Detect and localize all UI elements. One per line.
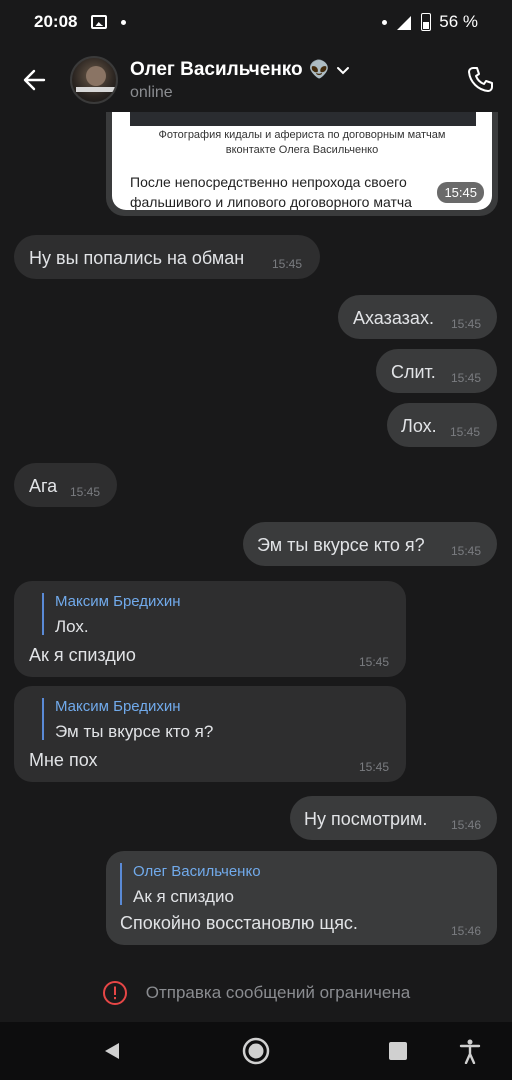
message-text: Слит. — [391, 362, 436, 382]
message-bubble-outgoing[interactable]: Ну посмотрим. 15:46 — [290, 796, 497, 840]
message-time: 15:46 — [451, 818, 482, 832]
message-text: Ага — [29, 476, 58, 496]
system-navigation-bar — [0, 1022, 512, 1080]
square-recents-icon — [389, 1042, 407, 1060]
reply-author: Максим Бредихин — [55, 593, 181, 610]
accessibility-icon — [459, 1039, 481, 1064]
reply-author: Максим Бредихин — [55, 698, 181, 715]
message-bubble-outgoing[interactable]: Ахазазах. 15:45 — [338, 295, 497, 339]
phone-call-button[interactable] — [464, 64, 496, 96]
message-time: 15:45 — [359, 760, 390, 774]
warning-icon — [102, 981, 127, 1005]
contact-info[interactable]: Олег Васильченко 👽 online — [130, 59, 350, 102]
message-bubble-outgoing[interactable]: Эм ты вкурсе кто я? 15:45 — [243, 522, 497, 566]
reply-message-bubble-incoming[interactable]: Максим Бредихин Лох. Ак я спиздио 15:45 — [14, 581, 406, 677]
message-time: 15:45 — [451, 317, 482, 331]
reply-author: Олег Васильченко — [133, 863, 261, 880]
message-text: Лох. — [401, 416, 437, 436]
quoted-reply[interactable]: Максим Бредихин Лох. — [42, 593, 181, 636]
image-caption-line: Фотография кидалы и афериста по договорн… — [158, 129, 446, 141]
image-caption-line: вконтакте Олега Васильченко — [225, 144, 379, 156]
battery-icon — [421, 13, 432, 31]
triangle-back-icon — [105, 1043, 119, 1059]
gallery-notification-icon — [91, 15, 108, 29]
circle-home-icon — [242, 1037, 270, 1065]
message-time: 15:46 — [451, 924, 482, 938]
status-bar: 20:08 56 % — [0, 0, 512, 44]
arrow-left-icon — [23, 69, 46, 91]
reply-text: Ак я спиздио — [133, 887, 234, 906]
chat-header: Олег Васильченко 👽 online — [0, 44, 512, 116]
message-time: 15:45 — [451, 371, 482, 385]
message-bubble-incoming[interactable]: Ага 15:45 — [14, 463, 117, 507]
battery-percent: 56 % — [439, 12, 478, 31]
message-text: Ну вы попались на обман — [29, 248, 245, 268]
reply-message-bubble-incoming[interactable]: Максим Бредихин Эм ты вкурсе кто я? Мне … — [14, 686, 406, 782]
notification-dot-icon — [121, 19, 127, 25]
back-button[interactable] — [0, 44, 70, 116]
signal-icon — [397, 16, 412, 30]
reply-text: Эм ты вкурсе кто я? — [55, 722, 214, 741]
quoted-reply[interactable]: Максим Бредихин Эм ты вкурсе кто я? — [42, 698, 214, 741]
nav-home-button[interactable] — [240, 1035, 272, 1067]
image-preview[interactable]: Фотография кидалы и афериста по договорн… — [112, 112, 492, 210]
message-time: 15:45 — [359, 655, 390, 669]
image-caption: Фотография кидалы и афериста по договорн… — [112, 128, 492, 158]
message-time: 15:45 — [70, 485, 101, 499]
contact-status: online — [130, 83, 173, 101]
quoted-reply[interactable]: Олег Васильченко Ак я спиздио — [120, 863, 261, 906]
status-time: 20:08 — [34, 12, 78, 31]
message-bubble-outgoing[interactable]: Лох. 15:45 — [387, 403, 497, 447]
nav-accessibility-button[interactable] — [456, 1037, 484, 1065]
message-bubble-outgoing[interactable]: Слит. 15:45 — [376, 349, 497, 393]
message-text: Эм ты вкурсе кто я? — [257, 535, 425, 555]
image-text-line: После непосредственно непрохода своего — [130, 174, 407, 190]
image-text-line: фальшивого и липового договорного матча — [130, 194, 412, 210]
avatar[interactable] — [70, 56, 118, 104]
reply-message-bubble-outgoing[interactable]: Олег Васильченко Ак я спиздио Спокойно в… — [106, 851, 497, 945]
message-text: Ак я спиздио — [29, 645, 136, 665]
message-time: 15:45 — [451, 544, 482, 558]
message-bubble-incoming[interactable]: Ну вы попались на обман 15:45 — [14, 235, 320, 279]
alien-emoji-icon: 👽 — [308, 59, 330, 79]
message-time: 15:45 — [450, 425, 481, 439]
nav-recents-button[interactable] — [386, 1039, 410, 1063]
message-text: Спокойно восстановлю щяс. — [120, 913, 358, 933]
message-text: Ахазазах. — [353, 308, 434, 328]
restriction-text: Отправка сообщений ограничена — [145, 983, 411, 1002]
messaging-restricted-bar: Отправка сообщений ограничена — [0, 964, 512, 1022]
message-text: Мне пох — [29, 750, 98, 770]
image-text: После непосредственно непрохода своего ф… — [130, 172, 450, 210]
status-dot-icon — [382, 19, 388, 25]
chevron-down-icon[interactable] — [336, 63, 350, 77]
message-time: 15:45 — [437, 182, 484, 203]
contact-name: Олег Васильченко — [130, 58, 303, 80]
image-message-bubble[interactable]: Фотография кидалы и афериста по договорн… — [106, 112, 498, 216]
message-time: 15:45 — [272, 257, 303, 271]
reply-text: Лох. — [55, 617, 89, 636]
message-text: Ну посмотрим. — [304, 809, 428, 829]
photo-strip — [130, 112, 476, 126]
nav-back-button[interactable] — [100, 1039, 124, 1063]
